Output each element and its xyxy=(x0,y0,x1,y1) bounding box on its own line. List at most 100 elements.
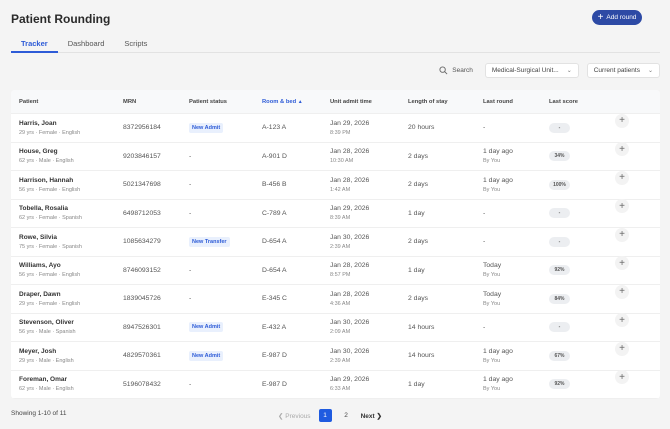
patient-name[interactable]: Meyer, Josh xyxy=(19,348,74,355)
patient-name[interactable]: Stevenson, Oliver xyxy=(19,319,76,326)
mrn: 5196078432 xyxy=(123,380,161,388)
add-round-button[interactable]: + Add round xyxy=(592,10,642,25)
add-round-label: Add round xyxy=(606,14,637,21)
patient-name[interactable]: Harrison, Hannah xyxy=(19,177,80,184)
status-empty: - xyxy=(189,181,192,189)
last-round-cell: - xyxy=(483,210,485,217)
patient-info: 62 yrs · Male · English xyxy=(19,386,74,393)
admit-time-cell: Jan 29, 2026 6:33 AM xyxy=(330,376,369,392)
length-of-stay: 14 hours xyxy=(408,323,435,331)
room-bed: D-654 A xyxy=(262,238,287,246)
patient-info: 56 yrs · Male · Spanish xyxy=(19,329,76,336)
last-round-cell: Today By You xyxy=(483,262,501,278)
table-row[interactable]: Harrison, Hannah 56 yrs · Female · Englis… xyxy=(11,170,660,200)
tab-dashboard[interactable]: Dashboard xyxy=(58,35,115,53)
previous-button[interactable]: ❮ Previous xyxy=(278,412,311,420)
add-round-row-button[interactable]: + xyxy=(615,313,629,328)
patient-name[interactable]: House, Greg xyxy=(19,148,74,155)
add-round-row-button[interactable]: + xyxy=(615,370,629,385)
admit-time: 2:39 AM xyxy=(330,243,351,250)
status-empty: - xyxy=(189,295,192,303)
table-row[interactable]: Stevenson, Oliver 56 yrs · Male · Spanish… xyxy=(11,313,660,342)
mrn: 8947526301 xyxy=(123,323,161,331)
status-badge: New Admit xyxy=(189,350,224,361)
showing-count: Showing 1-10 of 11 xyxy=(11,410,67,417)
last-score-badge: 92% xyxy=(549,379,570,390)
length-of-stay: 2 days xyxy=(408,152,429,160)
patient-name[interactable]: Rowe, Silvia xyxy=(19,234,82,241)
add-round-row-button[interactable]: + xyxy=(615,142,629,157)
last-round-cell: - xyxy=(483,324,485,331)
table-row[interactable]: Foreman, Omar 62 yrs · Male · English 519… xyxy=(11,370,660,399)
column-header-last-score[interactable]: Last score xyxy=(549,99,578,105)
column-header-mrn[interactable]: MRN xyxy=(123,99,136,105)
last-round: 1 day ago xyxy=(483,176,513,184)
add-round-row-button[interactable]: + xyxy=(615,170,629,185)
column-header-length-of-stay[interactable]: Length of stay xyxy=(408,99,448,105)
last-round: - xyxy=(483,238,486,246)
patient-name[interactable]: Tobella, Rosalia xyxy=(19,205,82,212)
patients-dropdown[interactable]: Current patients ⌄ xyxy=(586,63,660,78)
patients-dropdown-value: Current patients xyxy=(593,67,640,74)
search-label: Search xyxy=(452,67,473,74)
plus-icon: + xyxy=(619,314,625,326)
patient-info: 29 yrs · Female · English xyxy=(19,129,81,136)
page-2-button[interactable]: 2 xyxy=(340,409,353,422)
length-of-stay: 2 days xyxy=(408,295,429,303)
last-round: 1 day ago xyxy=(483,347,513,355)
last-score-badge: - xyxy=(549,236,570,247)
table-row[interactable]: Rowe, Silvia 75 yrs · Female · Spanish 10… xyxy=(11,227,660,257)
tab-scripts[interactable]: Scripts xyxy=(114,35,157,53)
status-empty: - xyxy=(189,209,192,217)
admit-time: 2:09 AM xyxy=(330,329,351,336)
search-button[interactable]: Search xyxy=(439,66,473,75)
length-of-stay: 2 days xyxy=(408,238,429,246)
admit-time: 10:30 AM xyxy=(330,158,354,165)
length-of-stay: 1 day xyxy=(408,380,425,388)
column-header-patient[interactable]: Patient xyxy=(19,99,38,105)
patient-info: 62 yrs · Female · Spanish xyxy=(19,215,82,222)
column-header-status[interactable]: Patient status xyxy=(189,99,227,105)
add-round-row-button[interactable]: + xyxy=(615,227,629,242)
admit-time-cell: Jan 29, 2026 8:39 AM xyxy=(330,205,369,221)
last-round-cell: - xyxy=(483,238,485,245)
room-bed: E-432 A xyxy=(262,323,287,331)
last-round-cell: 1 day ago By You xyxy=(483,177,513,193)
table-row[interactable]: Williams, Ayo 56 yrs · Female · English 8… xyxy=(11,256,660,285)
patient-name[interactable]: Foreman, Omar xyxy=(19,376,74,383)
unit-dropdown[interactable]: Medical-Surgical Unit... ⌄ xyxy=(484,63,579,78)
room-bed: E-987 D xyxy=(262,380,287,388)
tab-tracker[interactable]: Tracker xyxy=(11,35,58,53)
column-header-room[interactable]: Room & bed ▲ xyxy=(262,99,303,105)
next-label: Next xyxy=(360,412,375,420)
admit-date: Jan 29, 2026 xyxy=(330,119,370,127)
column-header-last-round[interactable]: Last round xyxy=(483,99,513,105)
column-header-admit-time[interactable]: Unit admit time xyxy=(330,99,372,105)
unit-dropdown-value: Medical-Surgical Unit... xyxy=(491,67,559,74)
mrn: 1839045726 xyxy=(123,295,161,303)
page-1-button[interactable]: 1 xyxy=(318,409,332,422)
patient-name[interactable]: Harris, Joan xyxy=(19,120,80,127)
add-round-row-button[interactable]: + xyxy=(615,256,629,271)
table-row[interactable]: Draper, Dawn 29 yrs · Female · English 18… xyxy=(11,284,660,314)
add-round-row-button[interactable]: + xyxy=(615,113,629,128)
patient-name[interactable]: Williams, Ayo xyxy=(19,262,80,269)
table-row[interactable]: Harris, Joan 29 yrs · Female · English 83… xyxy=(11,113,660,143)
table-row[interactable]: Meyer, Josh 29 yrs · Male · English 48295… xyxy=(11,341,660,371)
add-round-row-button[interactable]: + xyxy=(615,284,629,299)
patient-name[interactable]: Draper, Dawn xyxy=(19,291,80,298)
room-bed: E-987 D xyxy=(262,352,287,360)
page-title: Patient Rounding xyxy=(11,12,111,26)
add-round-row-button[interactable]: + xyxy=(615,341,629,356)
tab-bar: Tracker Dashboard Scripts xyxy=(11,35,660,53)
last-round-by: By You xyxy=(483,386,501,393)
add-round-row-button[interactable]: + xyxy=(615,199,629,214)
mrn: 1085634279 xyxy=(123,238,161,246)
plus-icon: + xyxy=(597,11,604,23)
admit-time-cell: Jan 28, 2026 8:57 PM xyxy=(330,262,369,278)
patient-cell: House, Greg 62 yrs · Male · English xyxy=(19,148,74,164)
next-button[interactable]: Next ❯ xyxy=(361,412,382,420)
room-bed: B-456 B xyxy=(262,181,287,189)
table-row[interactable]: House, Greg 62 yrs · Male · English 92038… xyxy=(11,142,660,171)
table-row[interactable]: Tobella, Rosalia 62 yrs · Female · Spanis… xyxy=(11,199,660,228)
